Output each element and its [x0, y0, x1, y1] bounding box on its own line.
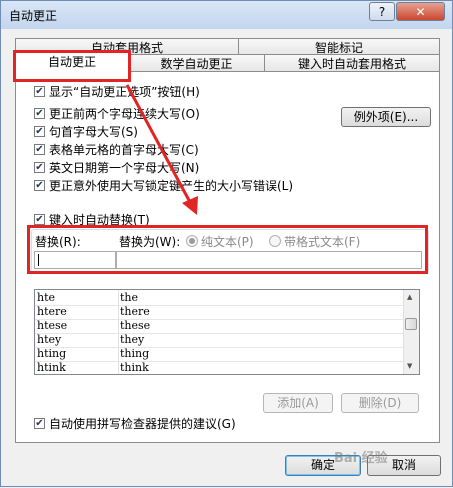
scroll-down-icon[interactable]: ▼: [407, 362, 412, 370]
capitalize-table-cells-checkbox-row[interactable]: ✔ 表格单元格的首字母大写(C): [34, 141, 199, 157]
entry-from: hting: [37, 347, 67, 360]
highlight-box-replace: [27, 225, 428, 274]
two-initial-caps-checkbox[interactable]: ✔: [34, 107, 45, 119]
entry-to: these: [120, 319, 151, 332]
scroll-thumb[interactable]: [405, 318, 417, 330]
exceptions-button[interactable]: 例外项(E)...: [341, 107, 431, 127]
list-scrollbar[interactable]: ▲ ▼: [403, 290, 419, 374]
capitalize-days-checkbox-row[interactable]: ✔ 英文日期第一个字母大写(N): [34, 159, 199, 175]
list-item[interactable]: hting thing: [35, 347, 405, 362]
capitalize-sentence-checkbox-row[interactable]: ✔ 句首字母大写(S): [34, 123, 138, 139]
spellcheck-suggestions-label: 自动使用拼写检查器提供的建议(G): [49, 416, 236, 431]
show-options-label: 显示“自动更正选项”按钮(H): [49, 84, 200, 99]
caps-lock-checkbox-row[interactable]: ✔ 更正意外使用大写锁定键产生的大小写错误(L): [34, 177, 293, 193]
caps-lock-checkbox[interactable]: ✔: [34, 179, 45, 191]
list-item[interactable]: htere there: [35, 305, 405, 320]
capitalize-days-label: 英文日期第一个字母大写(N): [49, 160, 200, 175]
entry-to: the: [120, 291, 139, 304]
add-button[interactable]: 添加(A): [263, 393, 333, 413]
entry-from: htey: [37, 333, 62, 346]
entry-from: htere: [37, 305, 67, 318]
spellcheck-suggestions-checkbox[interactable]: ✔: [34, 417, 45, 429]
entry-to: there: [120, 305, 150, 318]
list-item[interactable]: htink think: [35, 361, 405, 374]
close-button[interactable]: ✕: [396, 2, 445, 21]
capitalize-sentence-label: 句首字母大写(S): [49, 124, 138, 139]
entry-to: they: [120, 333, 145, 346]
spellcheck-suggestions-checkbox-row[interactable]: ✔ 自动使用拼写检查器提供的建议(G): [34, 415, 236, 431]
scroll-up-icon[interactable]: ▲: [407, 293, 412, 301]
list-item[interactable]: htese these: [35, 319, 405, 334]
list-item[interactable]: hte the: [35, 291, 405, 306]
caps-lock-label: 更正意外使用大写锁定键产生的大小写错误(L): [49, 178, 294, 193]
entry-to: think: [120, 361, 149, 374]
window-title: 自动更正: [9, 9, 58, 23]
capitalize-table-cells-label: 表格单元格的首字母大写(C): [49, 142, 199, 157]
highlight-box-tab: [13, 50, 131, 82]
entry-from: hte: [37, 291, 56, 304]
show-options-checkbox[interactable]: ✔: [34, 85, 45, 97]
capitalize-table-cells-checkbox[interactable]: ✔: [34, 143, 45, 155]
entry-from: htink: [37, 361, 66, 374]
replacement-list[interactable]: hte the htere there htese these htey they ht…: [34, 289, 420, 375]
entry-from: htese: [37, 319, 68, 332]
replace-as-you-type-checkbox[interactable]: ✔: [34, 213, 45, 225]
help-button[interactable]: ?: [369, 2, 395, 21]
list-item[interactable]: htey they: [35, 333, 405, 348]
delete-button[interactable]: 删除(D): [341, 393, 419, 413]
show-options-checkbox-row[interactable]: ✔ 显示“自动更正选项”按钮(H): [34, 83, 200, 99]
watermark-logo: Bai 经验: [334, 451, 388, 466]
title-bar: 自动更正 ? ✕: [1, 1, 452, 29]
autocorrect-dialog: 自动更正 ? ✕ 自动套用格式 智能标记 自动更正 数学自动更正 键入时自动套用…: [0, 0, 453, 487]
capitalize-sentence-checkbox[interactable]: ✔: [34, 125, 45, 137]
capitalize-days-checkbox[interactable]: ✔: [34, 161, 45, 173]
two-initial-caps-checkbox-row[interactable]: ✔ 更正前两个字母连续大写(O): [34, 105, 200, 121]
entry-to: thing: [120, 347, 150, 360]
two-initial-caps-label: 更正前两个字母连续大写(O): [49, 106, 200, 121]
